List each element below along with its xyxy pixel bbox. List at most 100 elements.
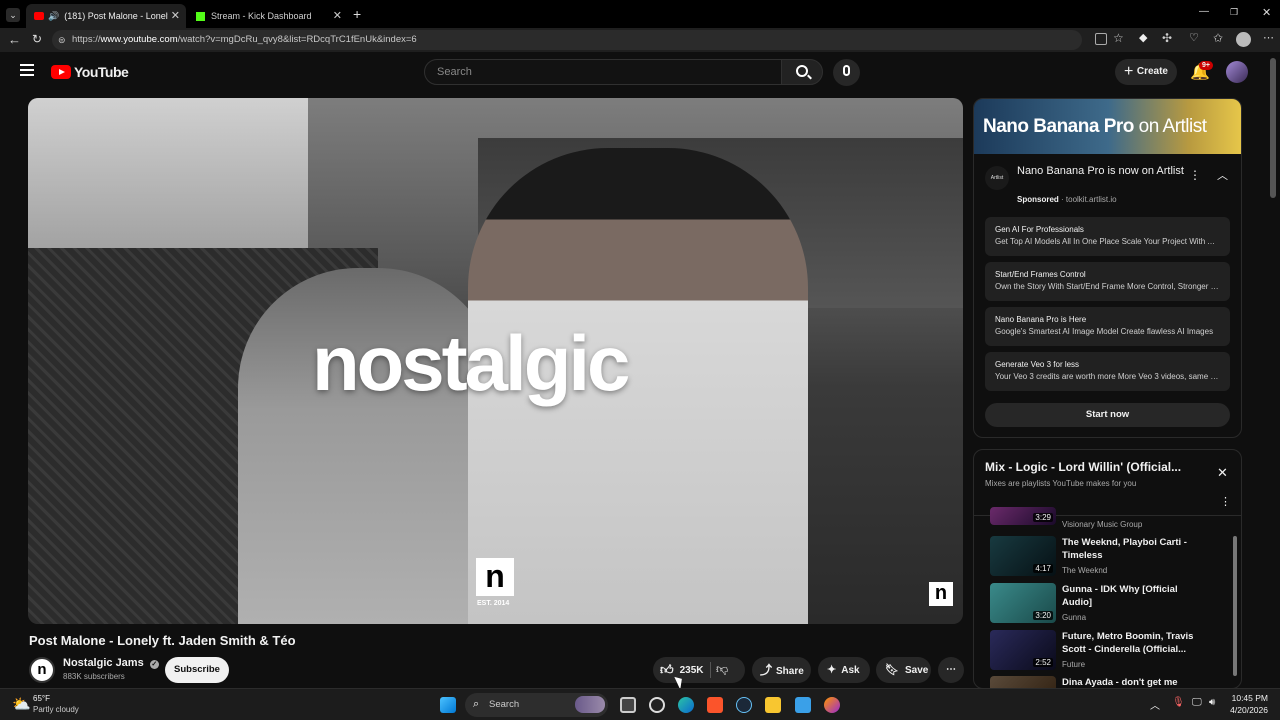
dislike-button[interactable]: 👎︎ (716, 662, 728, 677)
browser-essentials-icon[interactable]: ♡ (1189, 31, 1199, 44)
back-icon[interactable]: ← (8, 32, 21, 47)
app-f-icon[interactable] (795, 697, 811, 713)
hamburger-menu-icon[interactable] (20, 64, 34, 76)
youtube-logo[interactable]: YouTube (51, 64, 129, 80)
site-info-icon[interactable]: ⊜ (58, 30, 66, 50)
duration-badge: 2:52 (1033, 658, 1053, 667)
verified-icon: ✓ (149, 660, 159, 669)
favorite-star-icon[interactable]: ☆ (1113, 31, 1124, 45)
steam-icon[interactable] (736, 697, 752, 713)
account-avatar[interactable] (1226, 61, 1248, 83)
channel-watermark-corner[interactable]: n (929, 582, 953, 606)
playlist-item[interactable]: 4:17 The Weeknd, Playboi Carti - Timeles… (990, 536, 1220, 580)
ask-button[interactable]: ✦ Ask (818, 657, 870, 683)
taskbar-search-label: Search (489, 699, 520, 710)
item-channel: Visionary Music Group (1062, 520, 1143, 529)
audio-playing-icon[interactable]: 🔊 (48, 11, 59, 22)
collections-icon[interactable]: ✩ (1213, 31, 1223, 45)
duration-badge: 3:29 (1033, 513, 1053, 522)
item-channel: Gunna (1062, 613, 1087, 622)
playlist-scrollbar[interactable] (1233, 536, 1237, 676)
extension-icon[interactable]: ◆ (1139, 31, 1147, 44)
task-view-icon[interactable] (620, 697, 636, 713)
browser-menu-icon[interactable]: ⋯ (1263, 31, 1274, 44)
tab-youtube[interactable]: 🔊 (181) Post Malone - Lonely ft. ✕ (26, 4, 186, 28)
duration-badge: 4:17 (1033, 564, 1053, 573)
reload-icon[interactable]: ↻ (32, 32, 42, 46)
weather-desc: Partly cloudy (33, 705, 79, 714)
ad-more-icon[interactable]: ⋮ (1189, 168, 1201, 182)
tab-list-chevron-icon[interactable]: ⌄ (6, 8, 20, 22)
voice-search-button[interactable] (833, 59, 860, 86)
volume-icon[interactable]: 🔊︎ (1209, 697, 1215, 708)
network-icon[interactable]: 🖵 (1192, 697, 1202, 708)
profile-avatar-icon[interactable] (1236, 32, 1251, 47)
like-count: 235K (679, 664, 704, 676)
clock[interactable]: 10:45 PM 4/20/2026 (1228, 693, 1268, 715)
firefox-icon[interactable] (824, 697, 840, 713)
notifications-badge: 9+ (1199, 61, 1213, 70)
taskbar-search[interactable]: ⌕ Search (465, 693, 608, 717)
page-scrollbar[interactable] (1270, 58, 1276, 198)
ad-sitelink[interactable]: Generate Veo 3 for less Your Veo 3 credit… (985, 352, 1230, 391)
channel-name-text: Nostalgic Jams (63, 657, 144, 669)
logo-text: YouTube (74, 64, 129, 80)
video-thumbnail: 4:17 (990, 536, 1056, 576)
edge-browser-icon[interactable] (678, 697, 694, 713)
close-tab-icon[interactable]: ✕ (171, 9, 180, 22)
reader-mode-icon[interactable] (1095, 33, 1107, 45)
file-explorer-icon[interactable] (765, 697, 781, 713)
channel-avatar[interactable]: n (29, 657, 55, 683)
youtube-header: YouTube Search + Create 🔔 9+ (0, 52, 1268, 92)
more-actions-button[interactable]: ⋯ (938, 657, 964, 683)
subscribe-button[interactable]: Subscribe (165, 657, 229, 683)
advertiser-logo[interactable]: Artlist (985, 166, 1009, 190)
weather-widget[interactable]: ⛅ 65°F Partly cloudy (10, 693, 100, 717)
channel-name[interactable]: Nostalgic Jams ✓ (63, 657, 159, 669)
sparkle-icon: ✦ (827, 664, 837, 676)
tab-kick[interactable]: Stream - Kick Dashboard ✕ (188, 4, 348, 28)
share-button[interactable]: ⤴ Share (752, 657, 811, 683)
new-tab-icon[interactable]: + (353, 6, 361, 22)
close-playlist-icon[interactable]: ✕ (1217, 465, 1228, 481)
search-button[interactable] (781, 59, 823, 85)
ad-banner[interactable]: Nano Banana Pro on Artlist (974, 99, 1241, 154)
ad-sitelink[interactable]: Nano Banana Pro is Here Google's Smartest… (985, 307, 1230, 346)
close-tab-icon[interactable]: ✕ (333, 9, 342, 22)
playlist-item[interactable]: 3:20 Gunna - IDK Why [Official Audio] Gu… (990, 583, 1220, 627)
microphone-icon (843, 65, 850, 76)
microphone-tray-icon[interactable]: 🎙︎ (1172, 697, 1185, 708)
playlist-more-icon[interactable]: ⋮ (1220, 495, 1231, 508)
sitelink-desc: Google's Smartest AI Image Model Create … (995, 327, 1214, 336)
item-title: The Weeknd, Playboi Carti - Timeless (1062, 537, 1187, 561)
window-close-icon[interactable]: ✕ (1262, 6, 1271, 19)
mix-title[interactable]: Mix - Logic - Lord Willin' (Official... (985, 460, 1195, 474)
restore-icon[interactable]: ❐ (1230, 7, 1238, 18)
ad-headline[interactable]: Nano Banana Pro is now on Artlist (1017, 164, 1187, 178)
collapse-chevron-icon[interactable]: ︿ (1217, 167, 1228, 183)
video-overlay-text: nostalgic (312, 319, 630, 407)
create-button[interactable]: + Create (1115, 59, 1177, 85)
sitelink-title: Start/End Frames Control (995, 270, 1086, 279)
windows-start-icon[interactable] (440, 697, 456, 713)
address-bar[interactable]: ⊜ https://www.youtube.com/watch?v=mgDcRu… (52, 30, 1082, 50)
playlist-item[interactable]: 2:52 Future, Metro Boomin, Travis Scott … (990, 630, 1220, 674)
sitelink-title: Nano Banana Pro is Here (995, 315, 1087, 324)
video-thumbnail: 2:52 (990, 630, 1056, 670)
search-icon: ⌕ (473, 698, 480, 710)
show-hidden-icons-icon[interactable]: ︿ (1150, 697, 1160, 712)
search-input[interactable]: Search (424, 59, 782, 85)
sitelink-desc: Your Veo 3 credits are worth more More V… (995, 372, 1220, 381)
video-thumbnail: 3:29 (990, 507, 1056, 525)
ad-sitelink[interactable]: Gen AI For Professionals Get Top AI Model… (985, 217, 1230, 256)
ad-sitelink[interactable]: Start/End Frames Control Own the Story Wi… (985, 262, 1230, 301)
brave-browser-icon[interactable] (707, 697, 723, 713)
url-prefix: https:// (72, 34, 101, 45)
extensions-puzzle-icon[interactable]: ✣ (1162, 31, 1172, 45)
windows-taskbar: ⛅ 65°F Partly cloudy ⌕ Search ︿ 🎙︎ 🖵 🔊︎ … (0, 688, 1280, 720)
minimize-icon[interactable]: — (1199, 6, 1209, 17)
video-player[interactable]: nostalgic n EST. 2014 n (28, 98, 963, 624)
obs-icon[interactable] (649, 697, 665, 713)
start-now-button[interactable]: Start now (985, 403, 1230, 427)
save-button[interactable]: 🔖︎ Save (876, 657, 931, 683)
